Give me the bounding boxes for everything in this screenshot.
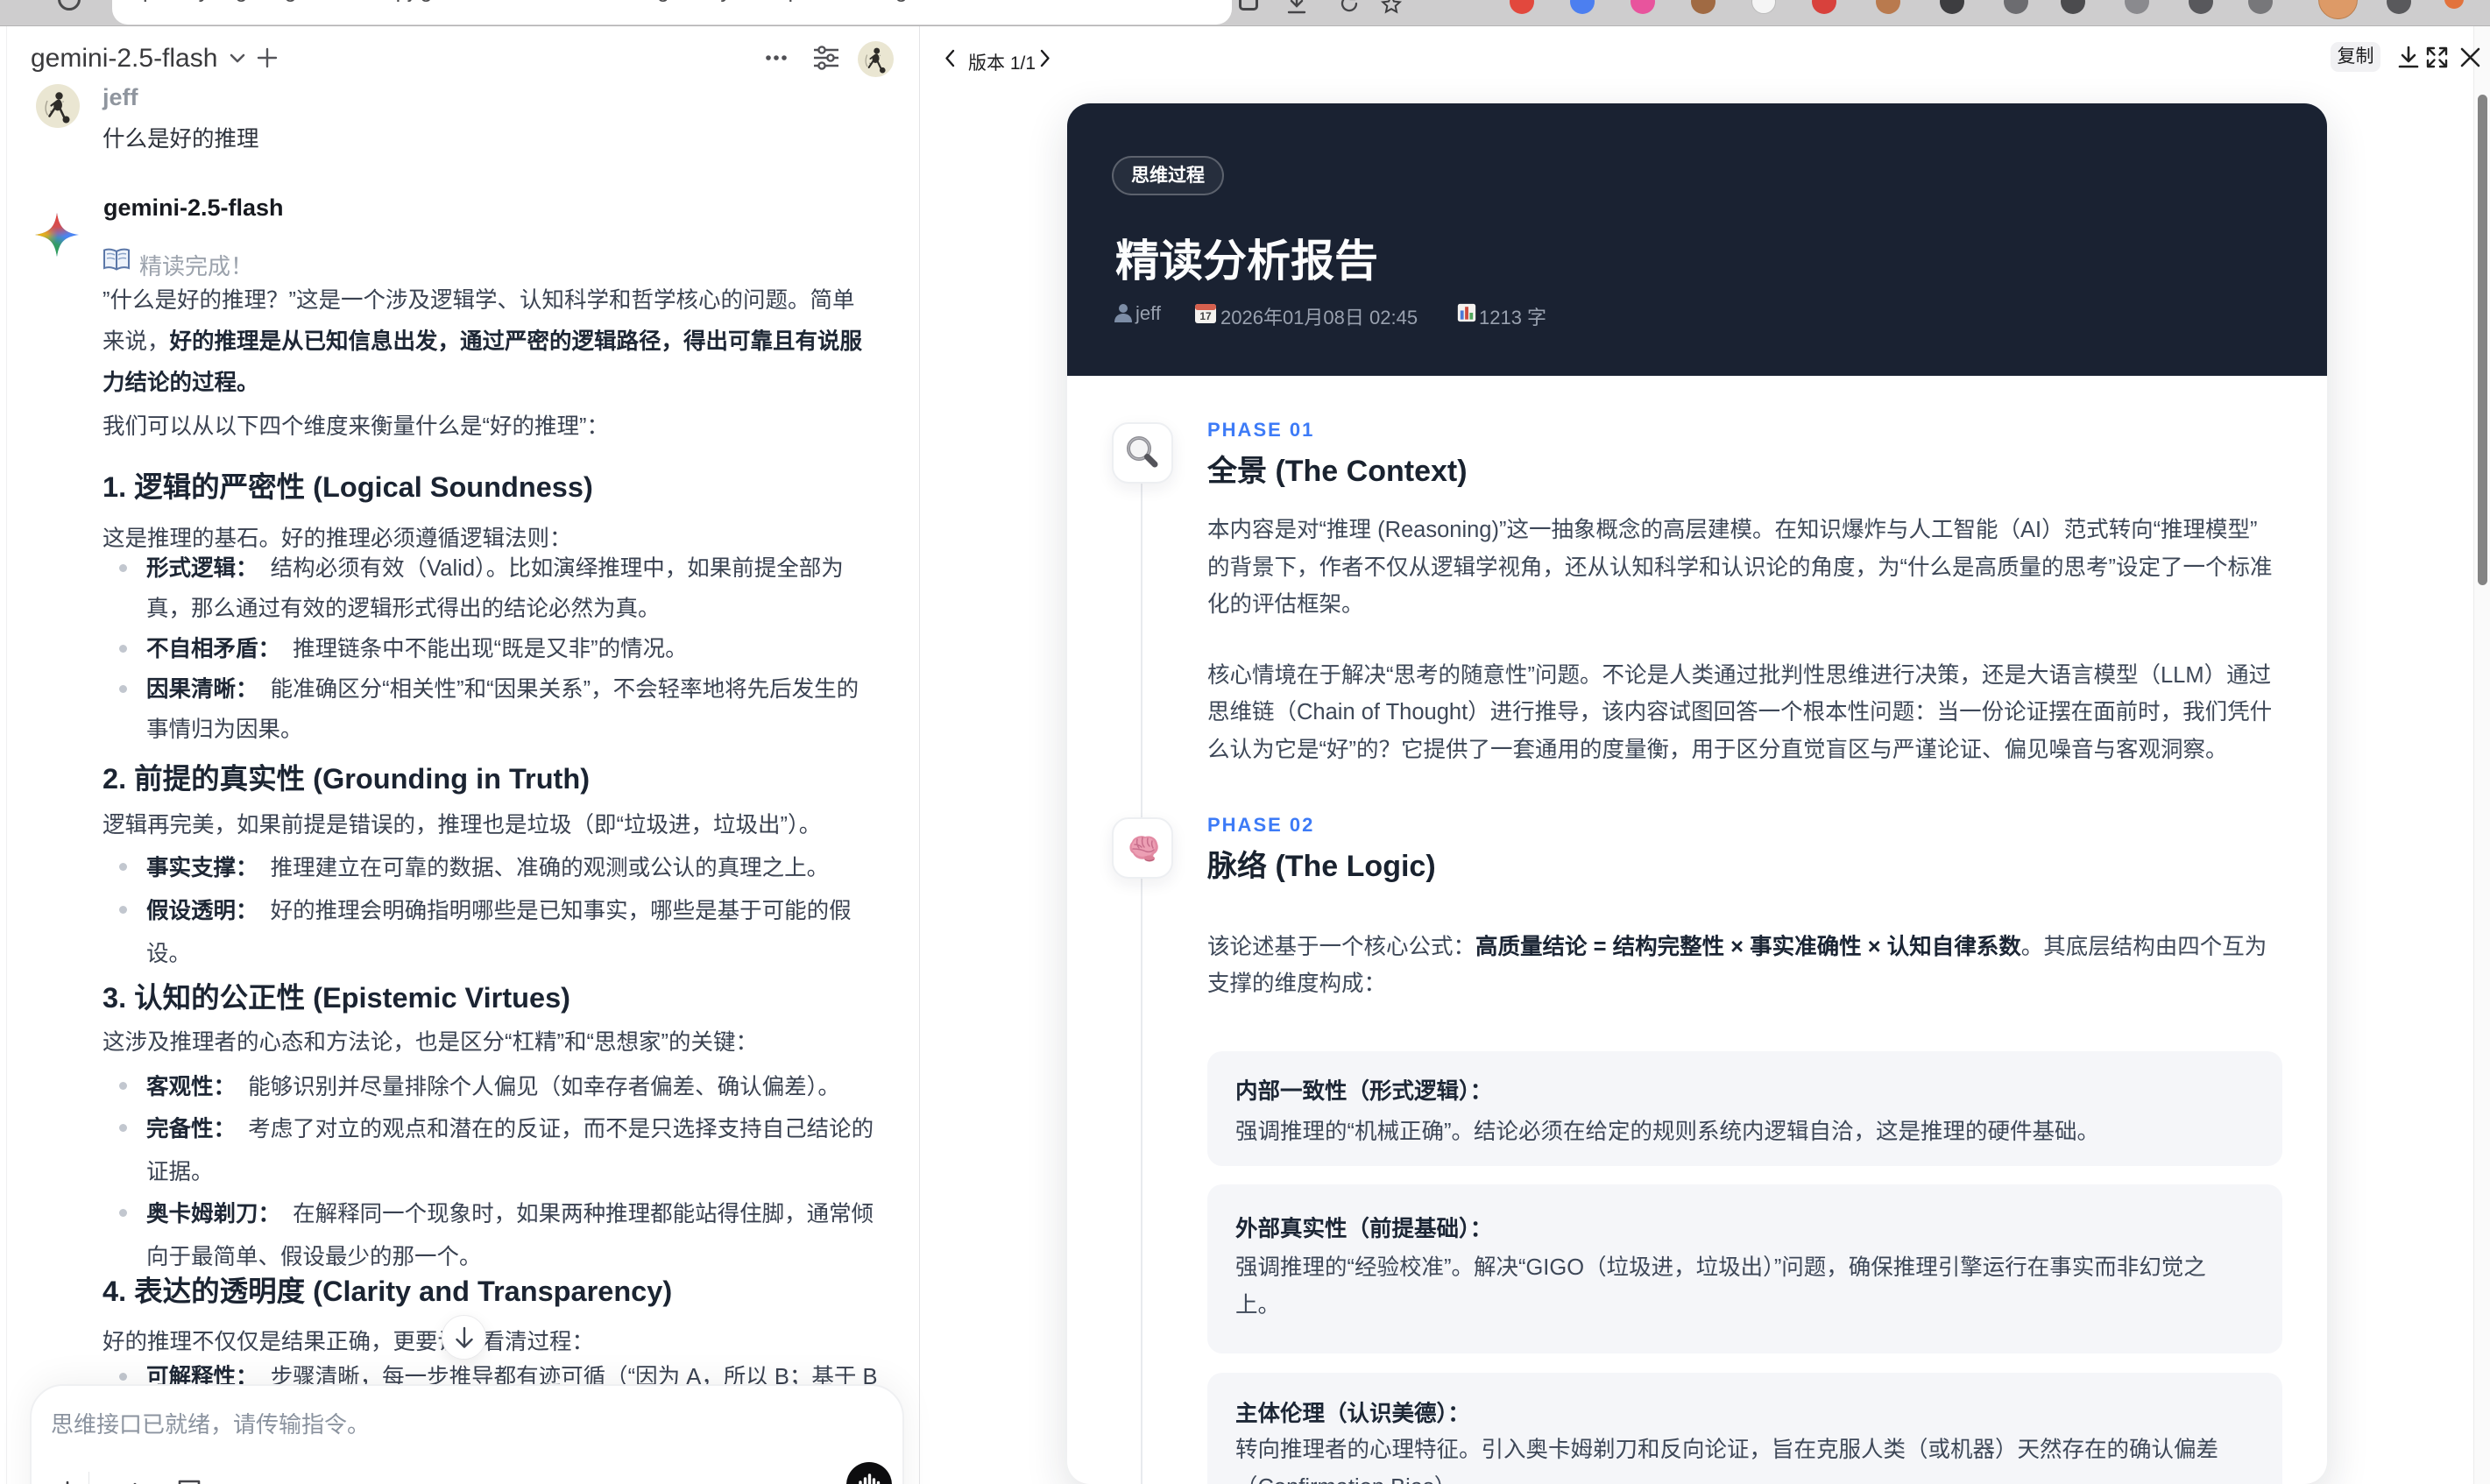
svg-text:17: 17 xyxy=(1199,310,1212,322)
